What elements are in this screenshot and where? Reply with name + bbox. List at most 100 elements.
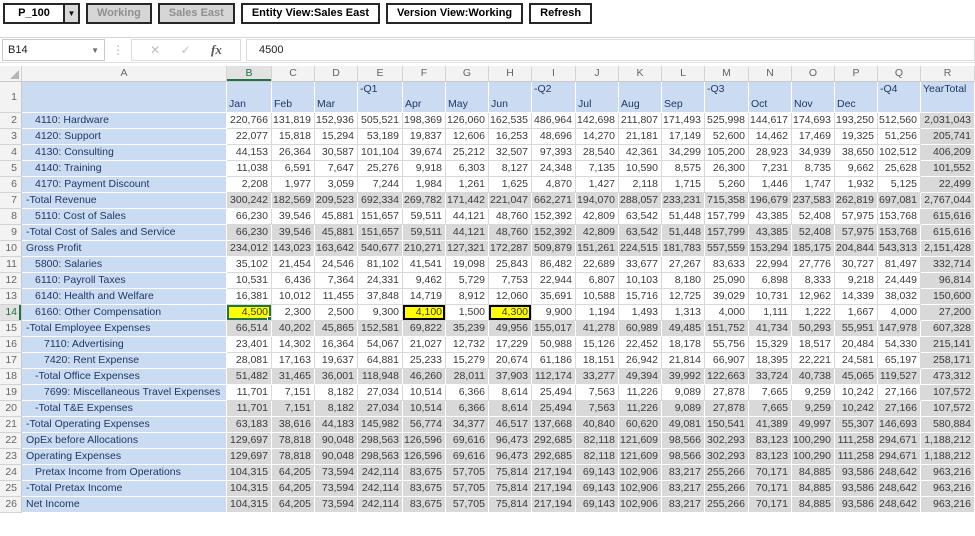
cell-N6[interactable]: 1,446	[749, 177, 792, 193]
cell-G5[interactable]: 6,303	[446, 161, 489, 177]
cell-N12[interactable]: 6,898	[749, 273, 792, 289]
cell-M10[interactable]: 557,559	[705, 241, 749, 257]
cell-L22[interactable]: 98,566	[662, 433, 705, 449]
cell-M16[interactable]: 55,756	[705, 337, 749, 353]
cell-K13[interactable]: 15,716	[619, 289, 662, 305]
cell-O9[interactable]: 52,408	[792, 225, 835, 241]
cell-P16[interactable]: 20,484	[835, 337, 878, 353]
cell-H17[interactable]: 20,674	[489, 353, 532, 369]
row-header-11[interactable]: 11	[0, 257, 22, 273]
cell-Q24[interactable]: 248,642	[878, 465, 921, 481]
cell-J18[interactable]: 33,277	[576, 369, 619, 385]
cell-B7[interactable]: 300,242	[227, 193, 272, 209]
cell-C26[interactable]: 64,205	[272, 497, 315, 513]
cell-F23[interactable]: 126,596	[403, 449, 446, 465]
column-header-G[interactable]: G	[446, 66, 489, 82]
cell-H4[interactable]: 32,507	[489, 145, 532, 161]
cell-O12[interactable]: 8,333	[792, 273, 835, 289]
cell-J22[interactable]: 82,118	[576, 433, 619, 449]
row-label-6[interactable]: 4170: Payment Discount	[22, 177, 227, 193]
row-header-2[interactable]: 2	[0, 113, 22, 129]
cell-H3[interactable]: 16,253	[489, 129, 532, 145]
cell-D15[interactable]: 45,865	[315, 321, 358, 337]
row-label-14[interactable]: 6160: Other Compensation	[22, 305, 227, 321]
cell-K16[interactable]: 22,452	[619, 337, 662, 353]
cell-D13[interactable]: 11,455	[315, 289, 358, 305]
cell-K18[interactable]: 49,394	[619, 369, 662, 385]
cell-N13[interactable]: 10,731	[749, 289, 792, 305]
row-header-18[interactable]: 18	[0, 369, 22, 385]
cell-K19[interactable]: 11,226	[619, 385, 662, 401]
column-header-C[interactable]: C	[272, 66, 315, 82]
cell-D14[interactable]: 2,500	[315, 305, 358, 321]
cell-G16[interactable]: 12,732	[446, 337, 489, 353]
row-label-16[interactable]: 7110: Advertising	[22, 337, 227, 353]
cell-F26[interactable]: 83,675	[403, 497, 446, 513]
cell-N3[interactable]: 14,462	[749, 129, 792, 145]
cell-K21[interactable]: 60,620	[619, 417, 662, 433]
cell-J9[interactable]: 42,809	[576, 225, 619, 241]
cell-Q19[interactable]: 27,166	[878, 385, 921, 401]
cell-O16[interactable]: 18,517	[792, 337, 835, 353]
cell-E20[interactable]: 27,034	[358, 401, 403, 417]
cell-J8[interactable]: 42,809	[576, 209, 619, 225]
cell-F21[interactable]: 56,774	[403, 417, 446, 433]
cell-P24[interactable]: 93,586	[835, 465, 878, 481]
cell-H13[interactable]: 12,060	[489, 289, 532, 305]
cell-P7[interactable]: 262,819	[835, 193, 878, 209]
cell-L17[interactable]: 21,814	[662, 353, 705, 369]
cell-G21[interactable]: 34,377	[446, 417, 489, 433]
cell-D20[interactable]: 8,182	[315, 401, 358, 417]
cell-K12[interactable]: 10,103	[619, 273, 662, 289]
cell-R17[interactable]: 258,171	[921, 353, 975, 369]
cell-B14[interactable]: 4,500	[227, 305, 272, 321]
pov-page-name[interactable]: P_100	[3, 2, 65, 24]
cell-J14[interactable]: 1,194	[576, 305, 619, 321]
cell-L11[interactable]: 27,267	[662, 257, 705, 273]
row-label-25[interactable]: -Total Pretax Income	[22, 481, 227, 497]
cell-R22[interactable]: 1,188,212	[921, 433, 975, 449]
cell-J26[interactable]: 69,143	[576, 497, 619, 513]
cell-G13[interactable]: 8,912	[446, 289, 489, 305]
cell-H1[interactable]: Jun	[489, 82, 532, 113]
cell-O1[interactable]: Nov	[792, 82, 835, 113]
row-header-9[interactable]: 9	[0, 225, 22, 241]
cell-O26[interactable]: 84,885	[792, 497, 835, 513]
cell-B4[interactable]: 44,153	[227, 145, 272, 161]
row-label-8[interactable]: 5110: Cost of Sales	[22, 209, 227, 225]
row-label-5[interactable]: 4140: Training	[22, 161, 227, 177]
row-label-11[interactable]: 5800: Salaries	[22, 257, 227, 273]
cell-N9[interactable]: 43,385	[749, 225, 792, 241]
cell-E1[interactable]: -Q1	[358, 82, 403, 113]
cell-O5[interactable]: 8,735	[792, 161, 835, 177]
cell-O20[interactable]: 9,259	[792, 401, 835, 417]
cell-K10[interactable]: 224,515	[619, 241, 662, 257]
column-header-P[interactable]: P	[835, 66, 878, 82]
cell-Q17[interactable]: 65,197	[878, 353, 921, 369]
cell-H16[interactable]: 17,229	[489, 337, 532, 353]
cell-F7[interactable]: 269,782	[403, 193, 446, 209]
cell-I26[interactable]: 217,194	[532, 497, 576, 513]
cell-M12[interactable]: 25,090	[705, 273, 749, 289]
cell-R25[interactable]: 963,216	[921, 481, 975, 497]
row-label-26[interactable]: Net Income	[22, 497, 227, 513]
formula-bar-grip-icon[interactable]: ⋮	[105, 43, 131, 57]
cell-O19[interactable]: 9,259	[792, 385, 835, 401]
cell-M1[interactable]: -Q3	[705, 82, 749, 113]
cell-O15[interactable]: 50,293	[792, 321, 835, 337]
cell-J25[interactable]: 69,143	[576, 481, 619, 497]
cell-B2[interactable]: 220,766	[227, 113, 272, 129]
cell-K3[interactable]: 21,181	[619, 129, 662, 145]
cell-H2[interactable]: 162,535	[489, 113, 532, 129]
cell-F22[interactable]: 126,596	[403, 433, 446, 449]
cell-L19[interactable]: 9,089	[662, 385, 705, 401]
cell-H12[interactable]: 7,753	[489, 273, 532, 289]
cell-L6[interactable]: 1,715	[662, 177, 705, 193]
cell-Q22[interactable]: 294,671	[878, 433, 921, 449]
cell-G12[interactable]: 5,729	[446, 273, 489, 289]
cell-N18[interactable]: 33,724	[749, 369, 792, 385]
column-header-A[interactable]: A	[22, 66, 227, 82]
cell-Q15[interactable]: 147,978	[878, 321, 921, 337]
cell-J21[interactable]: 40,840	[576, 417, 619, 433]
cell-O18[interactable]: 40,738	[792, 369, 835, 385]
